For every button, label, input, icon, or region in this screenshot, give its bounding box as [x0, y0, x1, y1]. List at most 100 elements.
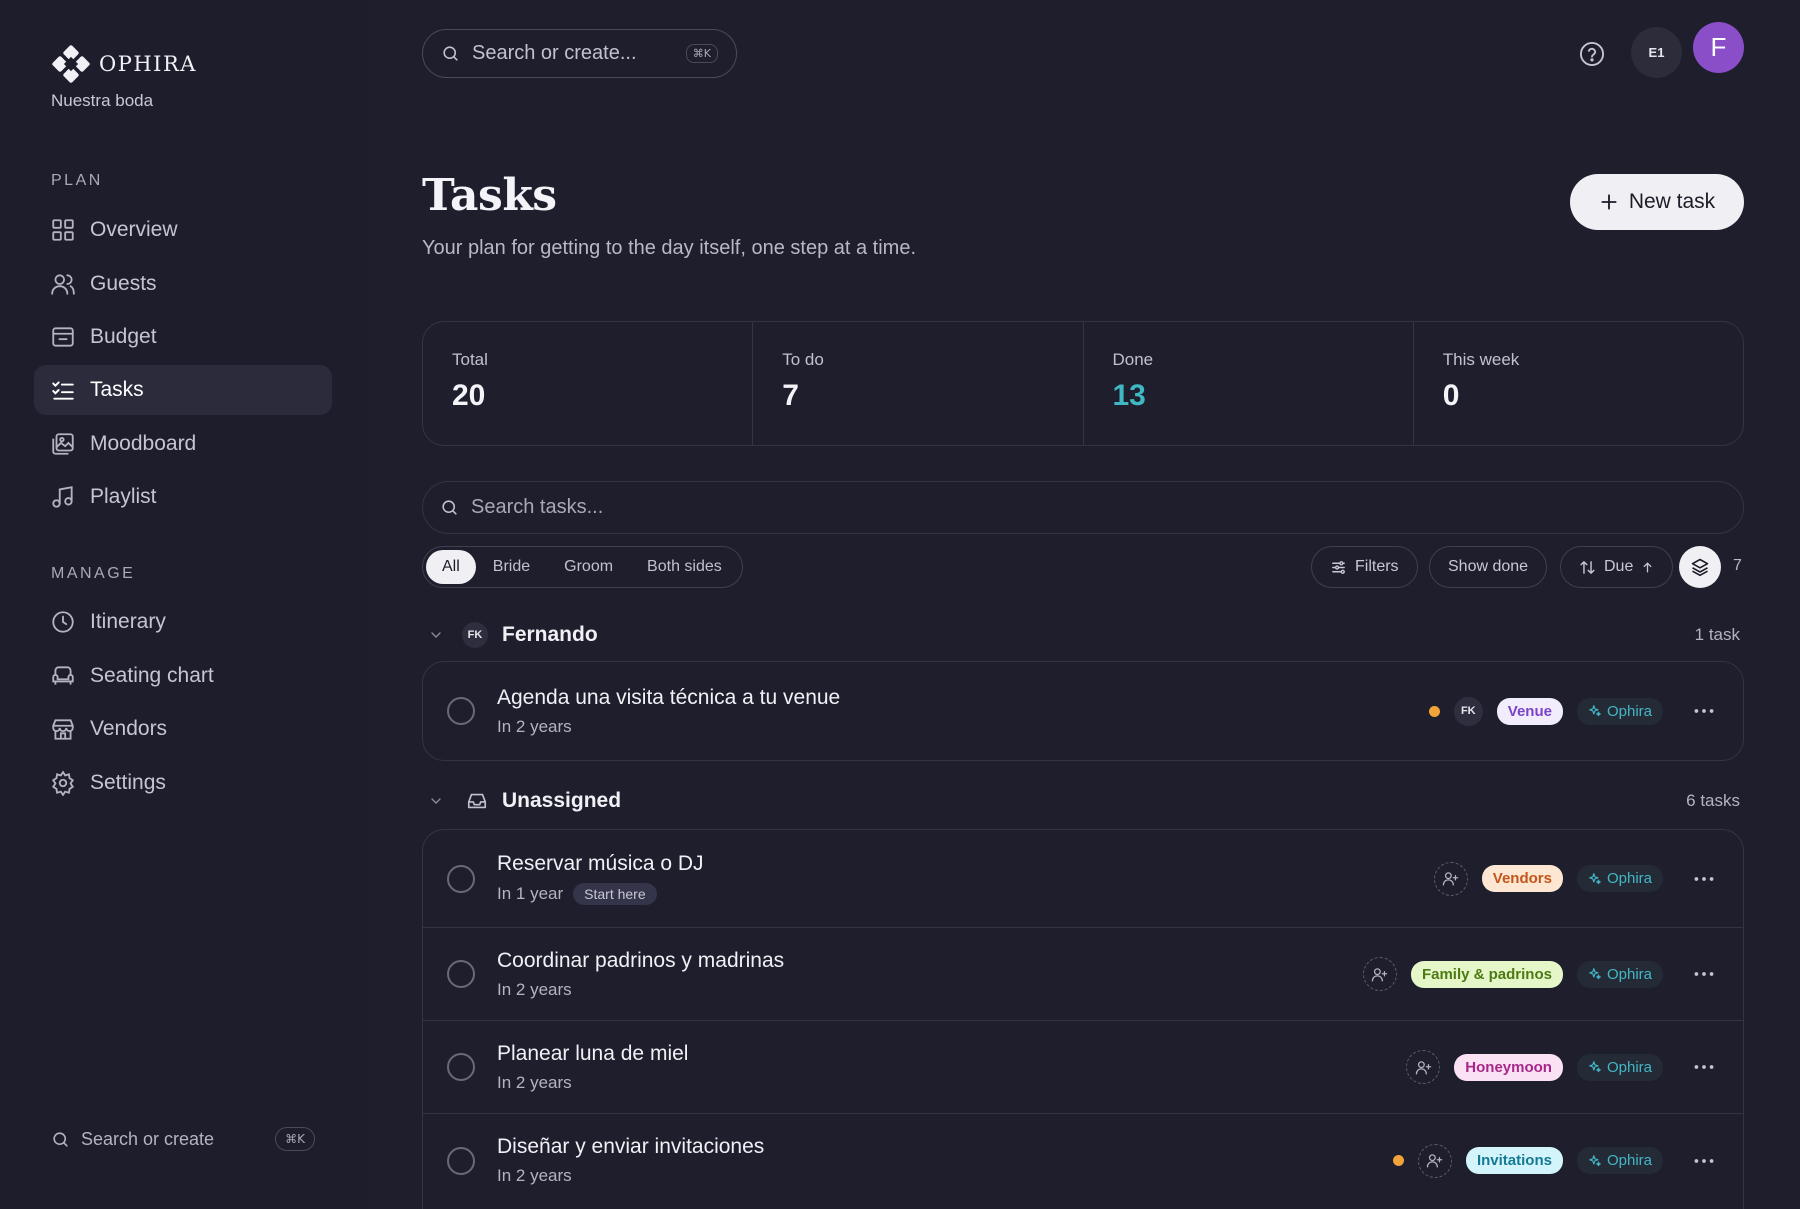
task-due: In 2 years — [497, 1072, 572, 1092]
sidebar-item-guests[interactable]: Guests — [34, 259, 332, 309]
sidebar-item-overview[interactable]: Overview — [34, 205, 332, 255]
side-filter-segmented: All Bride Groom Both sides — [422, 546, 743, 588]
sidebar-item-budget[interactable]: Budget — [34, 312, 332, 362]
sidebar-item-itinerary[interactable]: Itinerary — [34, 597, 332, 647]
sidebar-item-label: Moodboard — [90, 432, 197, 455]
layers-icon — [1690, 557, 1710, 577]
help-button[interactable] — [1578, 40, 1606, 68]
assign-button[interactable] — [1417, 1143, 1452, 1178]
task-search-input[interactable]: Search tasks... — [422, 481, 1744, 534]
source-label: Ophira — [1606, 870, 1652, 887]
stat-label: Done — [1112, 350, 1154, 369]
group-header-fernando[interactable]: FK Fernando 1 task — [422, 620, 1744, 650]
sidebar-item-tasks[interactable]: Tasks — [34, 365, 332, 415]
user-avatar[interactable]: F — [1693, 22, 1744, 73]
task-actions: Vendors Ophira — [1433, 861, 1743, 896]
task-search-placeholder: Search tasks... — [471, 496, 604, 518]
task-checkbox[interactable] — [447, 697, 475, 725]
sidebar-item-label: Guests — [90, 272, 157, 295]
assign-button[interactable] — [1406, 1050, 1441, 1084]
sidebar-item-vendors[interactable]: Vendors — [34, 704, 332, 754]
gear-icon — [50, 770, 76, 796]
sidebar-item-label: Itinerary — [90, 610, 166, 633]
checklist-icon — [50, 377, 76, 403]
category-tag[interactable]: Vendors — [1481, 865, 1563, 892]
sidebar-item-label: Budget — [90, 325, 157, 348]
sidebar-item-settings[interactable]: Settings — [34, 758, 332, 808]
user-plus-icon — [1371, 966, 1388, 983]
chevron-down-icon[interactable] — [428, 793, 444, 809]
segment-groom[interactable]: Groom — [547, 550, 630, 584]
inbox-icon — [466, 790, 488, 812]
category-tag[interactable]: Invitations — [1465, 1147, 1563, 1174]
assignee-avatar[interactable]: FK — [1453, 696, 1483, 726]
sliders-icon — [1330, 559, 1347, 576]
segment-bride[interactable]: Bride — [476, 550, 547, 584]
more-icon[interactable] — [1691, 1148, 1717, 1174]
task-checkbox[interactable] — [447, 960, 475, 988]
group-task-count: 1 task — [1694, 625, 1740, 644]
grid-icon — [50, 217, 76, 243]
task-meta: In 2 years — [497, 717, 840, 737]
user-plus-icon — [1426, 1152, 1443, 1169]
more-icon[interactable] — [1691, 961, 1717, 987]
more-icon[interactable] — [1691, 1054, 1717, 1080]
source-chip[interactable]: Ophira — [1576, 960, 1663, 988]
filters-label: Filters — [1355, 558, 1399, 575]
task-checkbox[interactable] — [447, 1053, 475, 1081]
task-checkbox[interactable] — [447, 864, 475, 893]
source-chip[interactable]: Ophira — [1576, 865, 1663, 892]
sidebar-item-moodboard[interactable]: Moodboard — [34, 419, 332, 469]
help-icon — [1578, 40, 1606, 68]
sidebar-item-playlist[interactable]: Playlist — [34, 472, 332, 522]
task-row[interactable]: Coordinar padrinos y madrinas In 2 years… — [423, 928, 1743, 1021]
group-avatar: FK — [462, 622, 488, 648]
brand[interactable]: OPHIRA — [51, 44, 197, 84]
sort-due-button[interactable]: Due — [1560, 546, 1674, 588]
stat-value: 13 — [1112, 379, 1146, 412]
shortcut-badge: ⌘K — [685, 44, 718, 63]
group-by-button[interactable] — [1679, 546, 1721, 588]
user-plus-icon — [1415, 1059, 1432, 1076]
stat-to-do: To do 7 — [753, 322, 1084, 445]
group-header-unassigned[interactable]: Unassigned 6 tasks — [422, 786, 1744, 816]
sidebar-item-seating-chart[interactable]: Seating chart — [34, 651, 332, 701]
task-text: Coordinar padrinos y madrinas In 2 years — [497, 949, 784, 1000]
task-text: Diseñar y enviar invitaciones In 2 years — [497, 1135, 764, 1186]
show-done-button[interactable]: Show done — [1429, 546, 1548, 588]
new-task-button[interactable]: New task — [1570, 174, 1744, 230]
images-icon — [50, 431, 76, 457]
source-chip[interactable]: Ophira — [1576, 1147, 1663, 1174]
filters-button[interactable]: Filters — [1311, 546, 1418, 588]
task-row[interactable]: Diseñar y enviar invitaciones In 2 years… — [423, 1114, 1743, 1207]
chevron-down-icon[interactable] — [428, 627, 444, 643]
wallet-icon — [50, 324, 76, 350]
stat-value: 7 — [782, 379, 799, 412]
source-chip[interactable]: Ophira — [1576, 697, 1663, 725]
sidebar-search[interactable]: Search or create ⌘K — [51, 1124, 315, 1154]
brand-name: OPHIRA — [99, 52, 197, 76]
category-tag[interactable]: Family & padrinos — [1410, 960, 1563, 988]
segment-all[interactable]: All — [426, 550, 476, 584]
task-row[interactable]: Agenda una visita técnica a tu venue In … — [423, 662, 1743, 760]
more-icon[interactable] — [1691, 866, 1717, 892]
task-title: Reservar música o DJ — [497, 852, 704, 875]
segment-both-sides[interactable]: Both sides — [630, 550, 739, 584]
task-actions: Family & padrinos Ophira — [1362, 957, 1743, 991]
category-tag[interactable]: Honeymoon — [1454, 1053, 1563, 1081]
task-actions: FK Venue Ophira — [1428, 696, 1743, 726]
task-checkbox[interactable] — [447, 1146, 475, 1175]
more-icon[interactable] — [1691, 698, 1717, 724]
stat-label: To do — [782, 350, 824, 369]
category-tag[interactable]: Venue — [1496, 697, 1563, 725]
assign-button[interactable] — [1433, 861, 1468, 896]
task-row[interactable]: Planear luna de miel In 2 years Honeymoo… — [423, 1021, 1743, 1114]
source-chip[interactable]: Ophira — [1576, 1053, 1663, 1081]
workspace-avatar[interactable]: E1 — [1631, 27, 1682, 78]
assign-button[interactable] — [1362, 957, 1397, 991]
task-actions: Invitations Ophira — [1392, 1143, 1743, 1178]
search-icon — [441, 44, 460, 63]
global-search-input[interactable]: Search or create... ⌘K — [422, 29, 737, 78]
task-row[interactable]: Reservar música o DJ In 1 year Start her… — [423, 830, 1743, 928]
stat-label: Total — [452, 350, 488, 369]
